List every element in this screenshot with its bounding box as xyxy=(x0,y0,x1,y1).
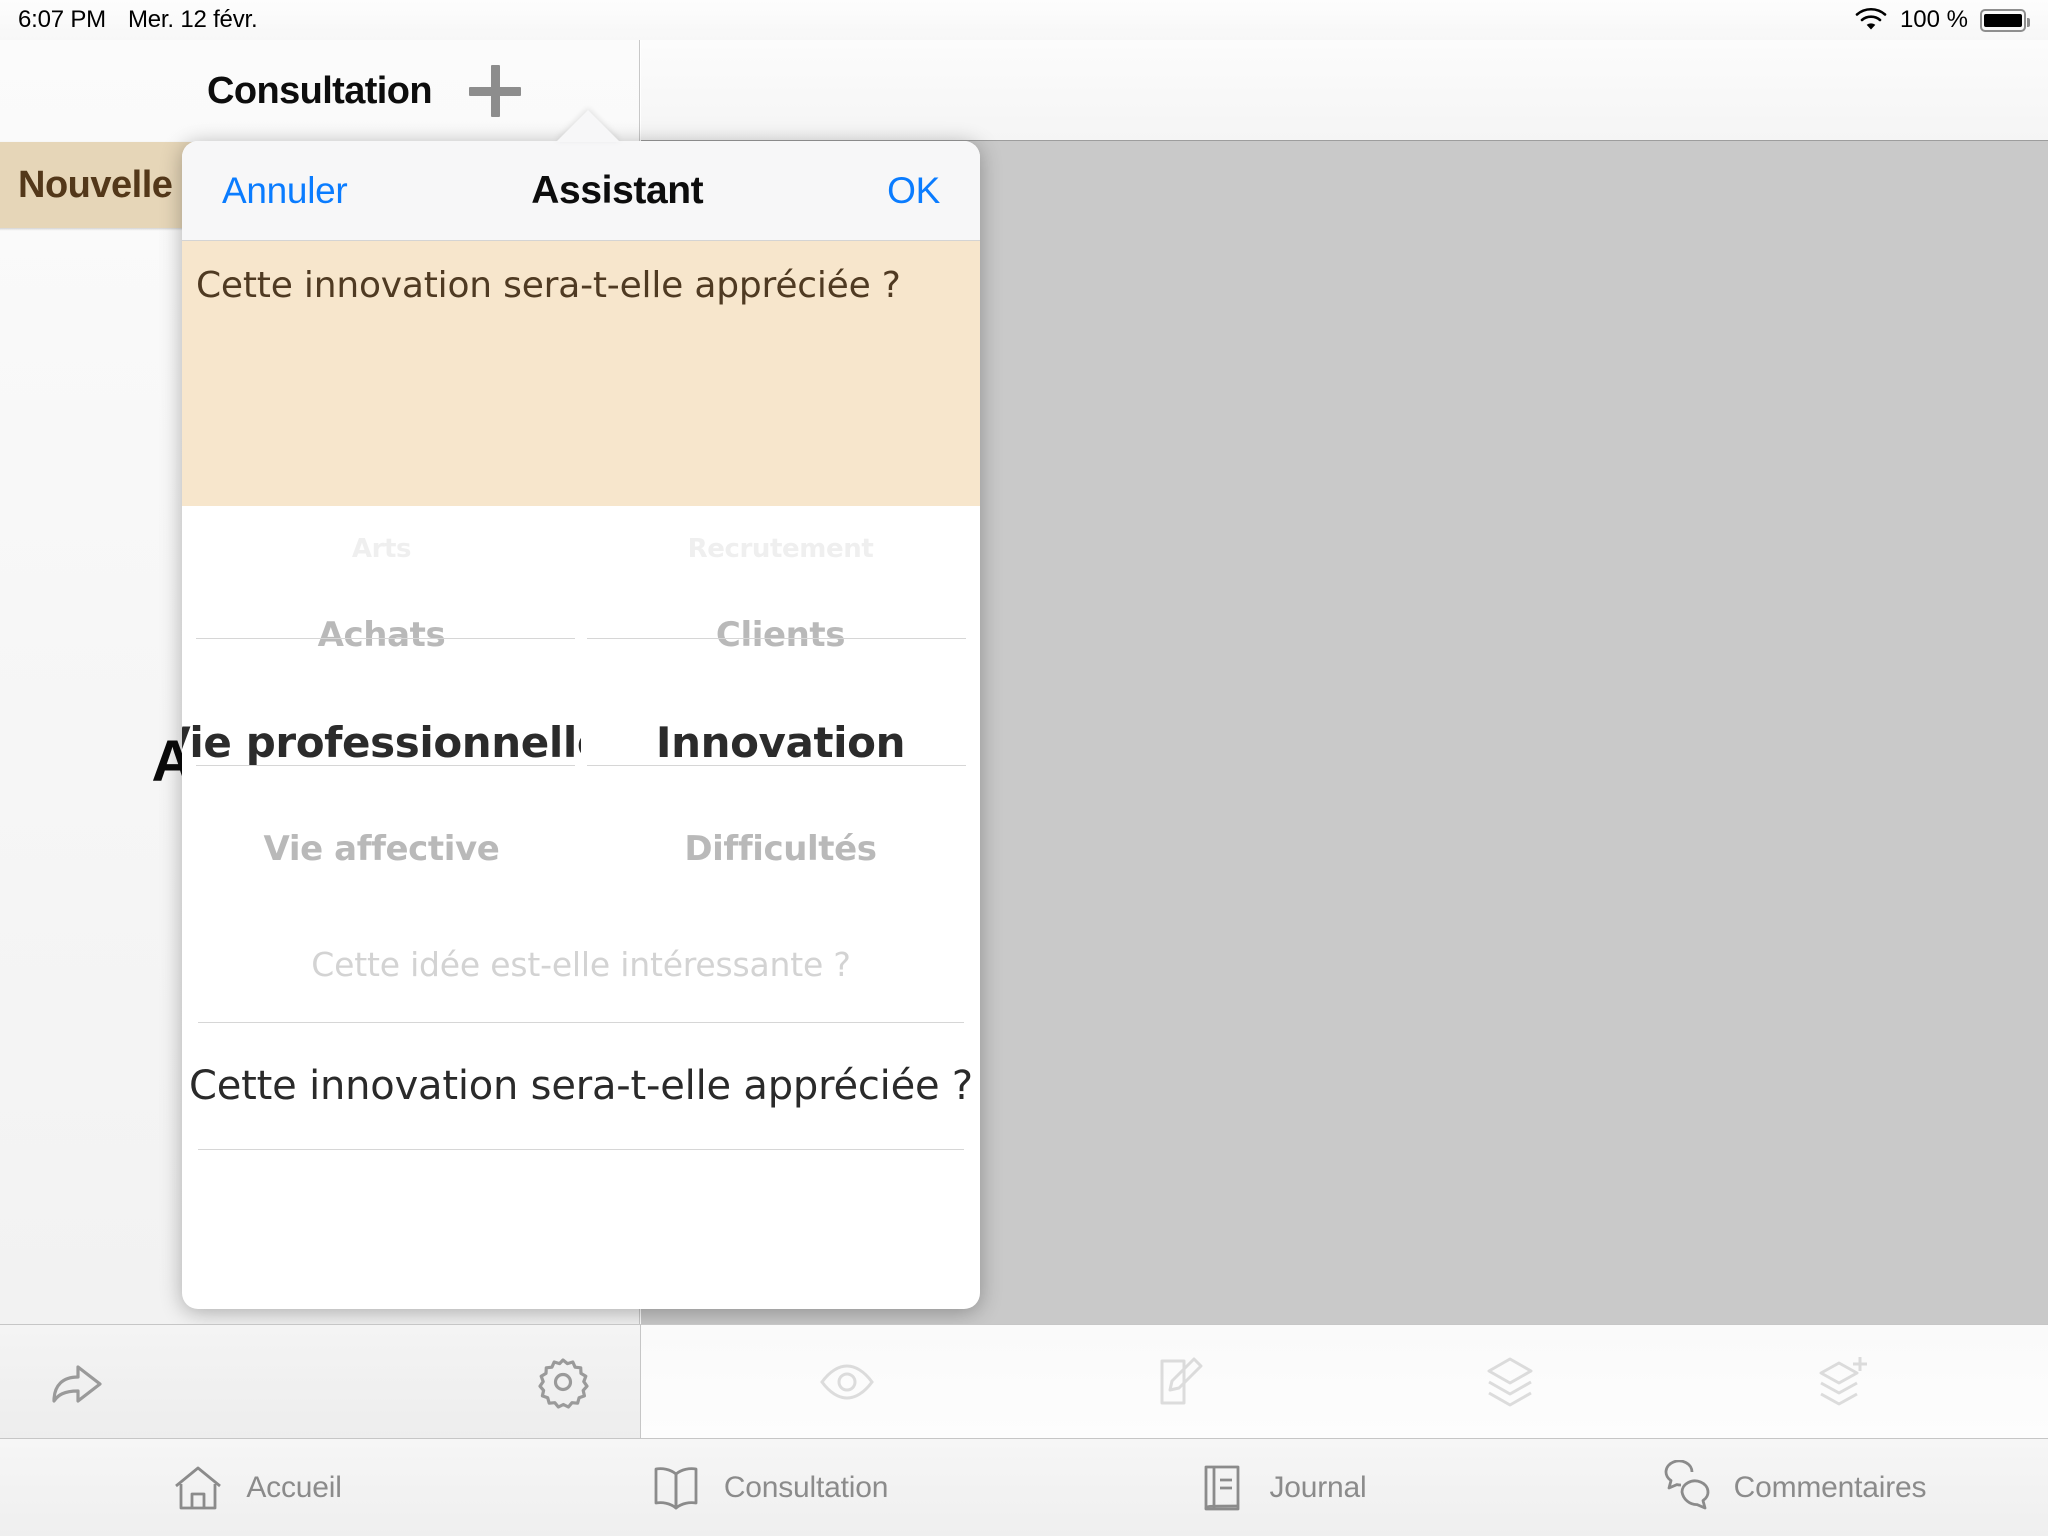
bottom-toolbar xyxy=(0,1324,2048,1439)
picker-option[interactable]: Cette idée est-elle intéressante ? xyxy=(182,906,980,1022)
status-bar-left: 6:07 PM Mer. 12 févr. xyxy=(0,6,258,34)
comments-icon xyxy=(1658,1459,1714,1516)
picker-option-label: Vie professionnelle xyxy=(182,717,581,767)
picker-option-label: Arts xyxy=(351,534,412,564)
assistant-popover: Annuler Assistant OK Cette innovation se… xyxy=(182,141,980,1309)
status-time: 6:07 PM xyxy=(18,6,106,33)
category-pickers: Arts Achats Vie professionnelle Vie affe… xyxy=(182,506,980,906)
gear-icon[interactable] xyxy=(534,1353,592,1411)
wifi-icon xyxy=(1854,5,1888,36)
toolbar-left-group xyxy=(0,1324,641,1439)
status-bar-right: 100 % xyxy=(1854,5,2048,36)
plus-icon[interactable] xyxy=(469,65,521,117)
tab-commentaires[interactable]: Commentaires xyxy=(1536,1459,2048,1516)
picker-option-label: Recrutement xyxy=(687,534,874,564)
picker-option-label: Achats xyxy=(317,615,446,655)
book-icon xyxy=(648,1460,704,1516)
picker-option-label: Cette idée est-elle intéressante ? xyxy=(311,944,851,984)
picker-option-label: Innovation xyxy=(655,717,906,767)
page-title: Consultation xyxy=(207,69,433,112)
tab-consultation[interactable]: Consultation xyxy=(512,1460,1024,1516)
picker-option[interactable]: Loisirs xyxy=(182,892,581,906)
home-icon xyxy=(170,1460,226,1516)
picker-option[interactable]: Vie affective xyxy=(182,806,581,892)
tab-label: Accueil xyxy=(246,1470,342,1504)
picker-topic-rows: Recrutement Clients Innovation Difficult… xyxy=(581,506,980,906)
tab-label: Commentaires xyxy=(1733,1470,1927,1504)
tab-label: Consultation xyxy=(723,1470,889,1504)
picker-option[interactable] xyxy=(581,892,980,906)
picker-topic[interactable]: Recrutement Clients Innovation Difficult… xyxy=(581,506,980,906)
toolbar-right-group xyxy=(641,1324,2048,1439)
picker-category[interactable]: Arts Achats Vie professionnelle Vie affe… xyxy=(182,506,581,906)
popover-arrow xyxy=(556,110,620,142)
layers-icon[interactable] xyxy=(1481,1353,1539,1411)
tab-journal[interactable]: Journal xyxy=(1024,1460,1536,1516)
battery-full-icon xyxy=(1980,8,2030,32)
question-textarea[interactable]: Cette innovation sera-t-elle appréciée ? xyxy=(182,241,980,506)
detail-pane-header xyxy=(641,40,2048,141)
picker-option-label: Vie affective xyxy=(263,829,500,869)
edit-icon[interactable] xyxy=(1150,1353,1208,1411)
question-textarea-value: Cette innovation sera-t-elle appréciée ? xyxy=(196,265,901,306)
list-item-label: Nouvelle xyxy=(18,163,173,206)
journal-icon xyxy=(1194,1460,1250,1516)
tab-bar: Accueil Consultation Journal Commentaire… xyxy=(0,1439,2048,1536)
picker-question-rows: Cette idée est-elle intéressante ? Cette… xyxy=(182,906,980,1150)
picker-option[interactable]: Arts xyxy=(182,506,581,592)
picker-option[interactable]: Achats xyxy=(182,592,581,678)
tab-label: Journal xyxy=(1269,1470,1367,1504)
picker-question[interactable]: Cette idée est-elle intéressante ? Cette… xyxy=(182,906,980,1246)
picker-option[interactable]: Recrutement xyxy=(581,506,980,592)
picker-option-label: Cette innovation sera-t-elle appréciée ? xyxy=(189,1063,973,1109)
popover-navbar: Annuler Assistant OK xyxy=(182,141,980,241)
picker-option-selected[interactable]: Cette innovation sera-t-elle appréciée ? xyxy=(182,1022,980,1150)
cancel-button[interactable]: Annuler xyxy=(222,170,348,212)
picker-option-selected[interactable]: Innovation xyxy=(581,678,980,806)
picker-option-selected[interactable]: Vie professionnelle xyxy=(182,678,581,806)
picker-option-label: Clients xyxy=(715,615,846,655)
master-panel-header: Consultation xyxy=(0,40,639,142)
app-root: 6:07 PM Mer. 12 févr. 100 % Consultation… xyxy=(0,0,2048,1536)
status-date: Mer. 12 févr. xyxy=(127,6,258,33)
status-bar: 6:07 PM Mer. 12 févr. 100 % xyxy=(0,0,2048,40)
eye-icon[interactable] xyxy=(818,1353,876,1411)
picker-category-rows: Arts Achats Vie professionnelle Vie affe… xyxy=(182,506,581,906)
tab-accueil[interactable]: Accueil xyxy=(0,1460,512,1516)
layers-add-icon[interactable] xyxy=(1813,1353,1871,1411)
picker-option[interactable]: Clients xyxy=(581,592,980,678)
popover-title: Assistant xyxy=(531,168,704,212)
battery-percent: 100 % xyxy=(1899,6,1968,33)
share-icon[interactable] xyxy=(48,1353,106,1411)
picker-option-label: Difficultés xyxy=(684,829,877,869)
picker-option[interactable]: Difficultés xyxy=(581,806,980,892)
ok-button[interactable]: OK xyxy=(887,170,940,212)
